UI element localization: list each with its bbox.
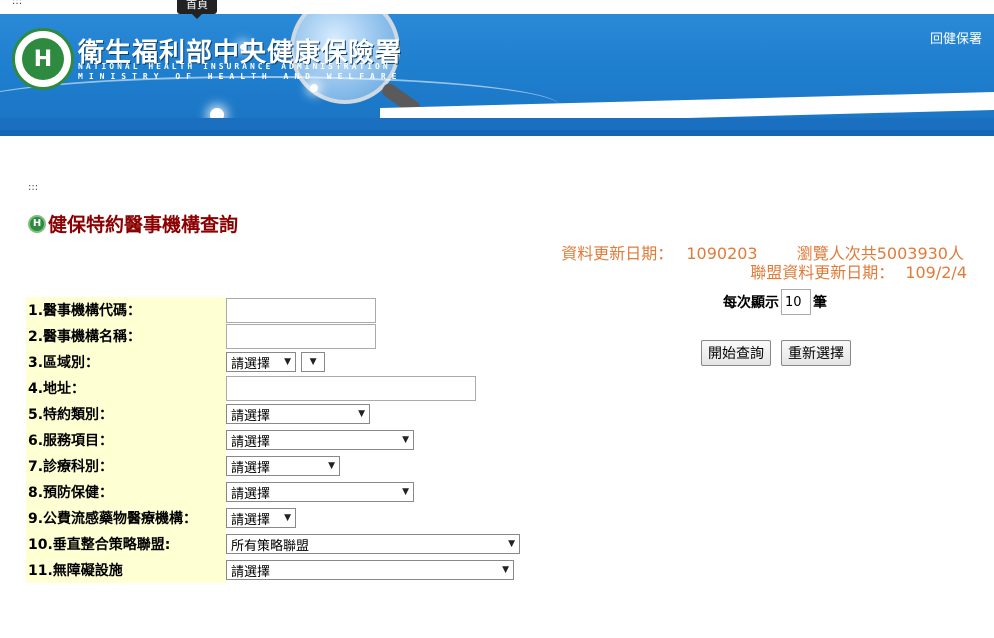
search-button[interactable]: 開始查詢 bbox=[701, 340, 771, 366]
accessibility-value: 請選擇 bbox=[231, 564, 271, 580]
nhi-icon: H bbox=[28, 214, 46, 233]
search-form: 1.醫事機構代碼： 2.醫事機構名稱： 3.區域別： 請選擇 ▼ ▼ 4.地址： … bbox=[26, 297, 526, 583]
dropdown-arrow-icon: ▼ bbox=[502, 565, 509, 576]
page-title: H 健保特約醫事機構查詢 bbox=[28, 210, 238, 237]
form-row: 10.垂直整合策略聯盟: 所有策略聯盟 ▼ bbox=[26, 531, 526, 557]
dropdown-arrow-icon: ▼ bbox=[402, 487, 409, 498]
alliance-date-label: 聯盟資料更新日期： bbox=[750, 263, 895, 282]
alliance-update-info: 聯盟資料更新日期： 109/2/4 bbox=[750, 259, 967, 283]
form-row: 5.特約類別： 請選擇 ▼ bbox=[26, 401, 526, 427]
dropdown-arrow-icon: ▼ bbox=[309, 357, 317, 368]
contract-type-value: 請選擇 bbox=[231, 408, 271, 424]
back-to-nhi-link[interactable]: 回健保署 bbox=[930, 28, 982, 47]
accessibility-select[interactable]: 請選擇 ▼ bbox=[226, 560, 514, 581]
update-date-value: 1090203 bbox=[686, 244, 758, 263]
per-page-input[interactable]: 10 bbox=[781, 289, 811, 315]
reset-button[interactable]: 重新選擇 bbox=[781, 340, 851, 366]
department-label: 7.診療科別： bbox=[26, 453, 226, 479]
update-date-label: 資料更新日期： bbox=[561, 244, 674, 263]
district-select[interactable]: ▼ bbox=[301, 352, 326, 373]
banner-bottom-edge bbox=[0, 130, 994, 136]
contract-type-select[interactable]: 請選擇 ▼ bbox=[226, 404, 370, 425]
per-page-label: 每次顯示 bbox=[723, 295, 779, 311]
dropdown-arrow-icon: ▼ bbox=[508, 539, 515, 550]
service-item-value: 請選擇 bbox=[231, 434, 271, 450]
dropdown-arrow-icon: ▼ bbox=[328, 461, 335, 472]
form-row: 6.服務項目： 請選擇 ▼ bbox=[26, 427, 526, 453]
strategy-alliance-value: 所有策略聯盟 bbox=[231, 538, 310, 554]
nhi-logo-mark: H bbox=[22, 38, 64, 80]
address-label: 4.地址： bbox=[26, 375, 226, 401]
address-input[interactable] bbox=[226, 375, 476, 401]
dropdown-arrow-icon: ▼ bbox=[402, 435, 409, 446]
preventive-care-value: 請選擇 bbox=[231, 486, 271, 502]
form-row: 7.診療科別： 請選擇 ▼ bbox=[26, 453, 526, 479]
nhi-logo[interactable]: H bbox=[12, 28, 74, 90]
form-row: 4.地址： bbox=[26, 375, 526, 401]
flu-medicine-value: 請選擇 bbox=[231, 512, 271, 528]
form-row: 9.公費流感藥物醫療機構： 請選擇 ▼ bbox=[26, 505, 526, 531]
strategy-alliance-label: 10.垂直整合策略聯盟: bbox=[26, 531, 226, 557]
skip-link-dots[interactable]: ::: bbox=[12, 0, 22, 7]
institution-name-input[interactable] bbox=[226, 323, 376, 349]
dropdown-arrow-icon: ▼ bbox=[284, 513, 291, 524]
alliance-date-value: 109/2/4 bbox=[905, 263, 967, 282]
dropdown-arrow-icon: ▼ bbox=[358, 409, 365, 420]
page-title-text: 健保特約醫事機構查詢 bbox=[48, 214, 239, 236]
contract-type-label: 5.特約類別： bbox=[26, 401, 226, 427]
flu-medicine-select[interactable]: 請選擇 ▼ bbox=[226, 508, 296, 529]
agency-english-name: NATIONAL HEALTH INSURANCE ADMINISTRATION bbox=[78, 62, 391, 71]
institution-code-label: 1.醫事機構代碼： bbox=[26, 297, 226, 323]
ministry-english-name: MINISTRY OF HEALTH AND WELFARE bbox=[78, 72, 403, 81]
region-label: 3.區域別： bbox=[26, 349, 226, 375]
per-page-control: 每次顯示 10 筆 bbox=[723, 289, 827, 315]
preventive-care-select[interactable]: 請選擇 ▼ bbox=[226, 482, 414, 503]
service-item-select[interactable]: 請選擇 ▼ bbox=[226, 430, 414, 451]
department-value: 請選擇 bbox=[231, 460, 271, 476]
dropdown-arrow-icon: ▼ bbox=[284, 357, 291, 368]
department-select[interactable]: 請選擇 ▼ bbox=[226, 456, 340, 477]
form-row: 3.區域別： 請選擇 ▼ ▼ bbox=[26, 349, 526, 375]
form-row: 11.無障礙設施 請選擇 ▼ bbox=[26, 557, 526, 583]
institution-code-input[interactable] bbox=[226, 297, 376, 323]
flu-medicine-label: 9.公費流感藥物醫療機構： bbox=[26, 505, 226, 531]
form-row: 1.醫事機構代碼： bbox=[26, 297, 526, 323]
header-banner: H 衛生福利部中央健康保險署 NATIONAL HEALTH INSURANCE… bbox=[0, 14, 994, 136]
accessibility-label: 11.無障礙設施 bbox=[26, 557, 226, 583]
form-row: 8.預防保健： 請選擇 ▼ bbox=[26, 479, 526, 505]
service-item-label: 6.服務項目： bbox=[26, 427, 226, 453]
region-select-value: 請選擇 bbox=[231, 356, 271, 372]
strategy-alliance-select[interactable]: 所有策略聯盟 ▼ bbox=[226, 534, 520, 555]
institution-name-label: 2.醫事機構名稱： bbox=[26, 323, 226, 349]
preventive-care-label: 8.預防保健： bbox=[26, 479, 226, 505]
per-page-unit: 筆 bbox=[813, 295, 827, 311]
content-anchor-dots[interactable]: ::: bbox=[28, 182, 38, 193]
form-row: 2.醫事機構名稱： bbox=[26, 323, 526, 349]
home-tooltip: 首頁 bbox=[177, 0, 217, 19]
region-select[interactable]: 請選擇 ▼ bbox=[226, 352, 296, 373]
